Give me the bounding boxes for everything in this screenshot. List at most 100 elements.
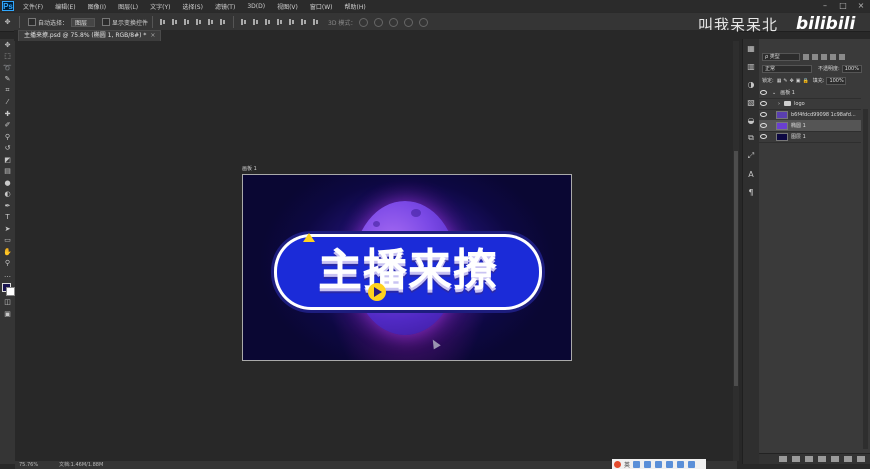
expand-arrow-icon[interactable]: ⌄ xyxy=(772,90,776,96)
ime-language-label[interactable]: 英 xyxy=(624,460,630,469)
adjustments-panel-icon[interactable]: ◒ xyxy=(743,111,759,129)
smart-object-filter-icon[interactable] xyxy=(839,53,845,60)
distribute-top-icon[interactable] xyxy=(240,18,248,26)
menu-window[interactable]: 窗口(W) xyxy=(304,2,339,11)
channels-panel-icon[interactable]: ⧉ xyxy=(743,129,759,147)
vertical-scrollbar[interactable] xyxy=(733,41,739,461)
shape-filter-icon[interactable] xyxy=(830,53,836,60)
layers-scrollbar[interactable] xyxy=(863,109,868,449)
lasso-tool-icon[interactable]: ➰ xyxy=(0,62,15,74)
align-top-icon[interactable] xyxy=(159,18,167,26)
auto-align-icon[interactable] xyxy=(312,18,320,26)
layer-row[interactable]: 图层 1 xyxy=(759,131,861,143)
distribute-vcenter-icon[interactable] xyxy=(252,18,260,26)
show-transform-checkbox[interactable] xyxy=(102,18,111,26)
brush-tool-icon[interactable]: ✐ xyxy=(0,120,15,132)
add-mask-icon[interactable] xyxy=(805,456,813,462)
marquee-tool-icon[interactable]: ⬚ xyxy=(0,51,15,63)
microphone-icon[interactable] xyxy=(655,460,663,468)
menu-type[interactable]: 文字(Y) xyxy=(144,2,176,11)
dodge-tool-icon[interactable]: ◐ xyxy=(0,189,15,201)
menu-help[interactable]: 帮助(H) xyxy=(339,2,372,11)
link-layers-icon[interactable] xyxy=(779,456,787,462)
auto-select-checkbox[interactable] xyxy=(28,18,36,26)
lock-icons[interactable]: ▦✎✥▣🔒 xyxy=(777,78,811,84)
menu-3d[interactable]: 3D(D) xyxy=(241,3,271,10)
layer-style-icon[interactable] xyxy=(792,456,800,462)
filter-kind-dropdown[interactable]: ρ 类型 xyxy=(762,52,800,61)
minimize-icon[interactable]: – xyxy=(816,0,834,12)
blur-tool-icon[interactable]: ● xyxy=(0,177,15,189)
character-panel-icon[interactable]: A xyxy=(743,165,759,183)
align-hcenter-icon[interactable] xyxy=(207,18,215,26)
close-tab-icon[interactable]: × xyxy=(150,32,155,39)
delete-layer-icon[interactable] xyxy=(857,456,865,462)
background-color-swatch[interactable] xyxy=(6,286,15,296)
visibility-eye-icon[interactable] xyxy=(759,98,768,109)
new-group-icon[interactable] xyxy=(831,456,839,462)
3d-slide-icon[interactable] xyxy=(404,17,414,27)
ime-logo-icon[interactable] xyxy=(614,460,621,468)
stamp-tool-icon[interactable]: ⚲ xyxy=(0,131,15,143)
artboard-canvas[interactable]: 主播来撩 xyxy=(242,174,572,361)
menu-select[interactable]: 选择(S) xyxy=(176,2,209,11)
crop-tool-icon[interactable]: ⌗ xyxy=(0,85,15,97)
zoom-level[interactable]: 75.76% xyxy=(19,461,38,469)
emoji-icon[interactable] xyxy=(644,460,652,468)
3d-pan-icon[interactable] xyxy=(389,17,399,27)
paths-panel-icon[interactable]: ⤢ xyxy=(743,147,759,165)
distribute-bottom-icon[interactable] xyxy=(264,18,272,26)
move-tool-preset-icon[interactable]: ✥ xyxy=(0,16,15,28)
visibility-eye-icon[interactable] xyxy=(759,131,768,142)
menu-image[interactable]: 图像(I) xyxy=(82,2,112,11)
align-left-icon[interactable] xyxy=(195,18,203,26)
shape-tool-icon[interactable]: ▭ xyxy=(0,235,15,247)
menu-layer[interactable]: 图层(L) xyxy=(112,2,144,11)
screen-mode-icon[interactable]: ▣ xyxy=(0,308,15,320)
settings-icon[interactable] xyxy=(688,460,696,468)
fill-field[interactable]: 100% xyxy=(826,76,847,85)
visibility-eye-icon[interactable] xyxy=(759,109,768,120)
swatches-panel-icon[interactable]: ▧ xyxy=(743,93,759,111)
new-layer-icon[interactable] xyxy=(844,456,852,462)
color-swatches[interactable] xyxy=(0,281,15,297)
paragraph-panel-icon[interactable]: ¶ xyxy=(743,183,759,201)
move-tool-icon[interactable]: ✥ xyxy=(0,39,15,51)
collapse-arrow-icon[interactable]: › xyxy=(778,101,780,107)
more-tools-icon[interactable]: … xyxy=(0,269,15,281)
menu-view[interactable]: 视图(V) xyxy=(271,2,304,11)
pixel-filter-icon[interactable] xyxy=(803,53,809,60)
photoshop-logo[interactable]: Ps xyxy=(2,1,14,11)
eyedropper-tool-icon[interactable]: ⁄ xyxy=(0,97,15,109)
history-panel-icon[interactable]: ▦ xyxy=(743,39,759,57)
3d-rotate-icon[interactable] xyxy=(359,17,369,27)
type-tool-icon[interactable]: T xyxy=(0,212,15,224)
quick-select-tool-icon[interactable]: ✎ xyxy=(0,74,15,86)
visibility-eye-icon[interactable] xyxy=(759,87,768,98)
skin-icon[interactable] xyxy=(677,460,685,468)
properties-panel-icon[interactable]: ▥ xyxy=(743,57,759,75)
eraser-tool-icon[interactable]: ◩ xyxy=(0,154,15,166)
menu-edit[interactable]: 编辑(E) xyxy=(49,2,81,11)
history-brush-tool-icon[interactable]: ↺ xyxy=(0,143,15,155)
gradient-tool-icon[interactable]: ▤ xyxy=(0,166,15,178)
distribute-left-icon[interactable] xyxy=(276,18,284,26)
path-select-tool-icon[interactable]: ➤ xyxy=(0,223,15,235)
pen-tool-icon[interactable]: ✒ xyxy=(0,200,15,212)
punctuation-icon[interactable] xyxy=(633,460,641,468)
align-vcenter-icon[interactable] xyxy=(171,18,179,26)
color-panel-icon[interactable]: ◑ xyxy=(743,75,759,93)
quick-mask-icon[interactable]: ◫ xyxy=(0,297,15,309)
zoom-tool-icon[interactable]: ⚲ xyxy=(0,258,15,270)
opacity-field[interactable]: 100% xyxy=(841,64,862,73)
document-size[interactable]: 文档:1.46M/1.88M xyxy=(59,461,103,469)
type-filter-icon[interactable] xyxy=(821,53,827,60)
align-bottom-icon[interactable] xyxy=(183,18,191,26)
align-right-icon[interactable] xyxy=(219,18,227,26)
visibility-eye-icon[interactable] xyxy=(759,120,768,131)
artboard-label[interactable]: 画板 1 xyxy=(242,165,257,172)
distribute-hcenter-icon[interactable] xyxy=(288,18,296,26)
menu-filter[interactable]: 滤镜(T) xyxy=(209,2,241,11)
distribute-right-icon[interactable] xyxy=(300,18,308,26)
close-icon[interactable]: × xyxy=(852,0,870,12)
